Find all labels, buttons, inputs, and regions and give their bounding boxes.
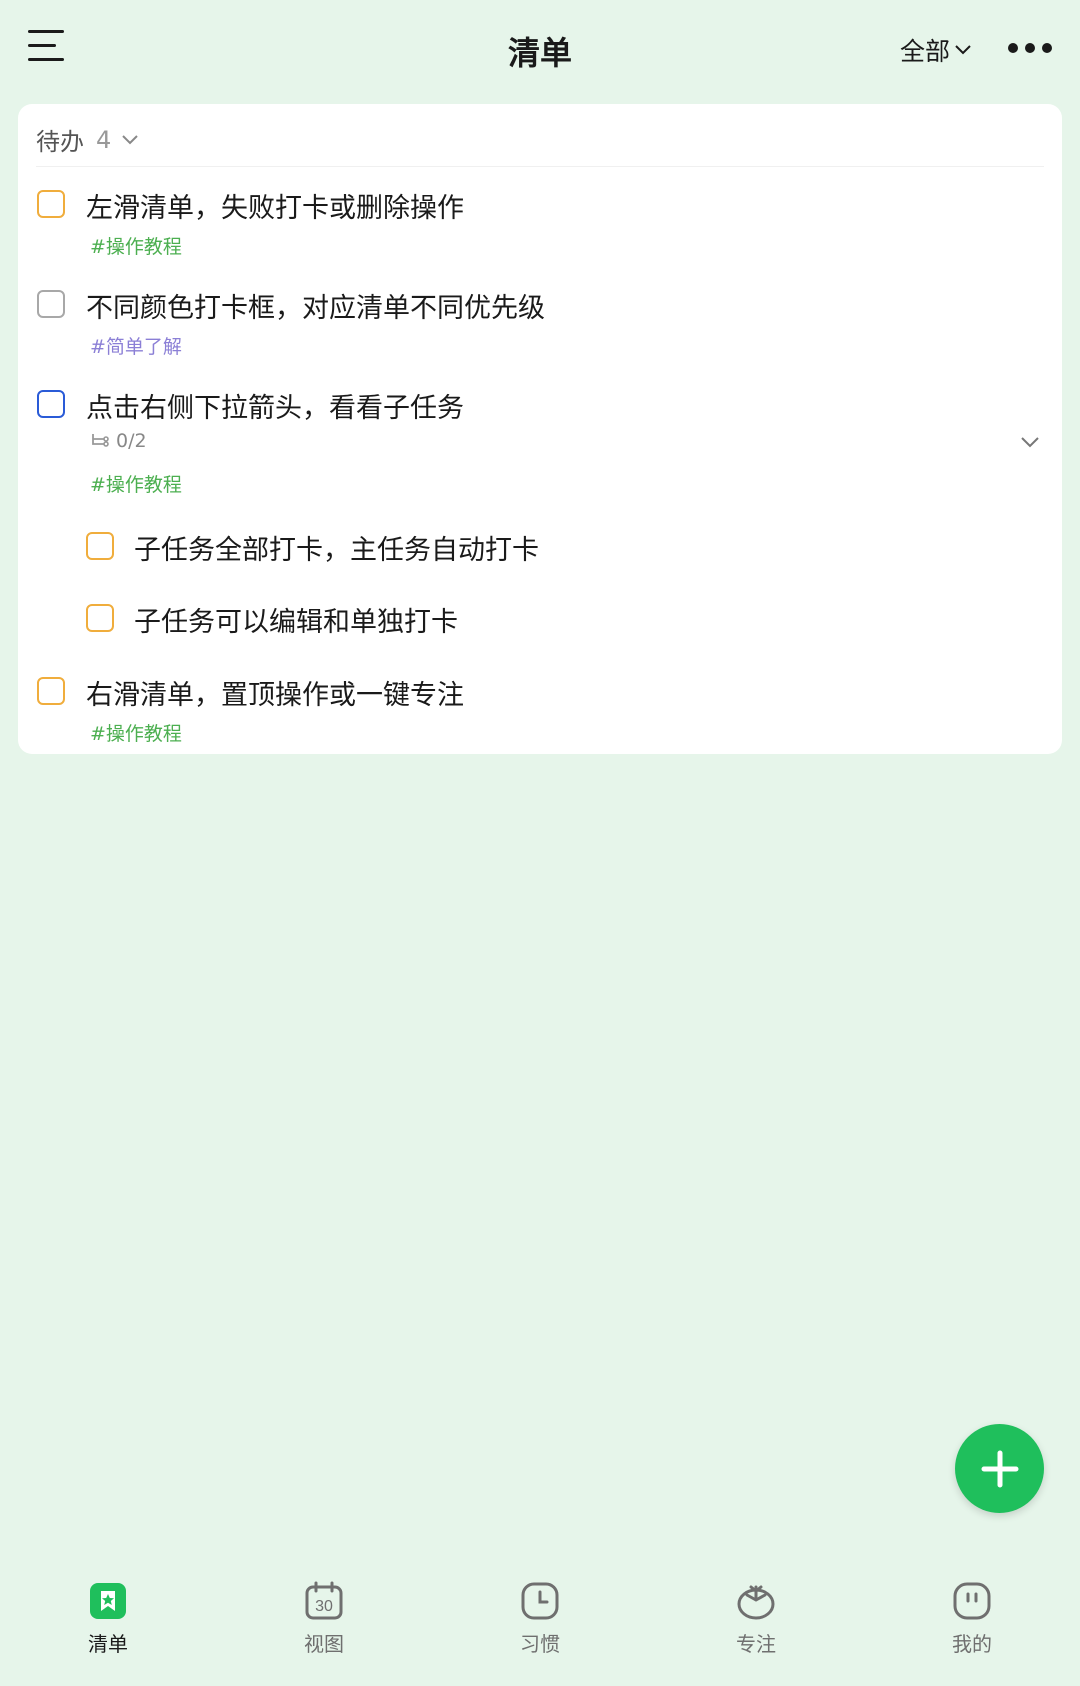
task-title: 不同颜色打卡框，对应清单不同优先级: [86, 293, 545, 324]
subtask-count: 0/2: [90, 430, 147, 452]
tomato-icon: [735, 1580, 777, 1622]
nav-label: 习惯: [520, 1632, 560, 1656]
filter-label: 全部: [900, 37, 951, 66]
bottom-navigation: 清单 30 视图 习惯 专注 我的: [0, 1580, 1080, 1686]
task-checkbox[interactable]: [37, 677, 65, 705]
clock-icon: [519, 1580, 561, 1622]
nav-item-profile[interactable]: 我的: [864, 1580, 1080, 1686]
task-checkbox[interactable]: [37, 190, 65, 218]
nav-item-habit[interactable]: 习惯: [432, 1580, 648, 1686]
calendar-icon-text: 30: [315, 1598, 333, 1615]
chevron-down-icon: [122, 134, 138, 144]
task-item[interactable]: 不同颜色打卡框，对应清单不同优先级 #简单了解: [18, 274, 1062, 364]
add-task-button[interactable]: [955, 1424, 1044, 1513]
nav-label: 专注: [736, 1632, 776, 1656]
task-tag[interactable]: #操作教程: [90, 719, 182, 746]
subtask-checkbox[interactable]: [86, 604, 114, 632]
task-title: 右滑清单，置顶操作或一键专注: [86, 680, 464, 711]
task-tag[interactable]: #操作教程: [90, 232, 182, 259]
top-bar: 清单 全部: [0, 0, 1080, 100]
nav-item-list[interactable]: 清单: [0, 1580, 216, 1686]
task-title: 左滑清单，失败打卡或删除操作: [86, 193, 464, 224]
subtask-item[interactable]: 子任务全部打卡，主任务自动打卡: [18, 518, 1062, 578]
subtask-icon: [92, 434, 109, 447]
nav-label: 清单: [88, 1632, 128, 1656]
task-item[interactable]: 点击右侧下拉箭头，看看子任务 0/2 #操作教程: [18, 374, 1062, 504]
subtask-checkbox[interactable]: [86, 532, 114, 560]
filter-dropdown[interactable]: 全部: [900, 32, 972, 68]
task-tag[interactable]: #操作教程: [90, 470, 182, 497]
subtask-title: 子任务全部打卡，主任务自动打卡: [134, 535, 539, 566]
nav-label: 视图: [304, 1632, 344, 1656]
chevron-down-icon[interactable]: [1020, 436, 1040, 448]
subtask-title: 子任务可以编辑和单独打卡: [134, 607, 458, 638]
nav-item-focus[interactable]: 专注: [648, 1580, 864, 1686]
calendar-icon: 30: [303, 1580, 345, 1622]
subtask-item[interactable]: 子任务可以编辑和单独打卡: [18, 590, 1062, 650]
task-item[interactable]: 右滑清单，置顶操作或一键专注 #操作教程: [18, 661, 1062, 751]
task-checkbox[interactable]: [37, 290, 65, 318]
task-checkbox[interactable]: [37, 390, 65, 418]
subtask-count-text: 0/2: [116, 430, 147, 452]
nav-item-view[interactable]: 30 视图: [216, 1580, 432, 1686]
task-title: 点击右侧下拉箭头，看看子任务: [86, 393, 464, 424]
section-header-todo[interactable]: 待办 4: [36, 122, 139, 157]
plus-icon: [981, 1450, 1018, 1487]
nav-label: 我的: [952, 1632, 992, 1656]
chevron-down-icon: [955, 45, 971, 55]
checklist-icon: [87, 1580, 129, 1622]
profile-face-icon: [951, 1580, 993, 1622]
section-count: 4: [96, 125, 112, 154]
section-label: 待办: [36, 128, 84, 156]
more-dots-icon[interactable]: [1008, 40, 1052, 56]
task-item[interactable]: 左滑清单，失败打卡或删除操作 #操作教程: [18, 174, 1062, 264]
task-tag[interactable]: #简单了解: [90, 332, 182, 359]
todo-list-card: 待办 4 左滑清单，失败打卡或删除操作 #操作教程 不同颜色打卡框，对应清单不同…: [18, 104, 1062, 754]
divider: [36, 166, 1044, 167]
